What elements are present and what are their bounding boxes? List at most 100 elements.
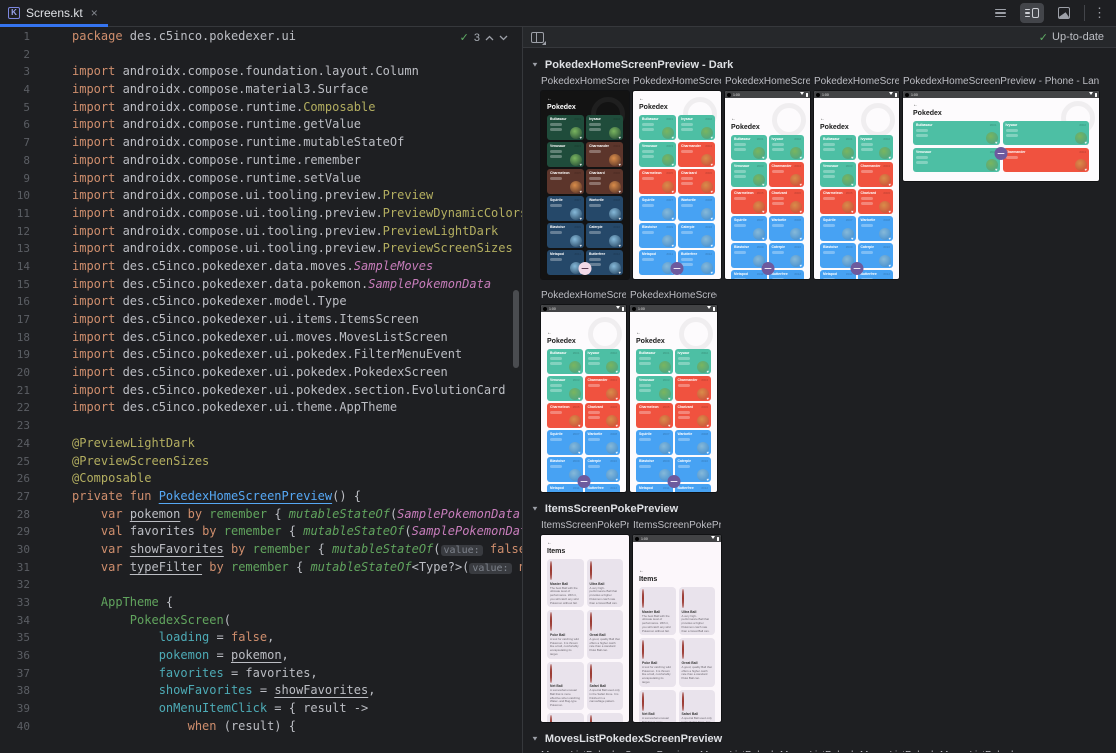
preview-thumbnail[interactable]: ←PokedexBulbasaur#001♥Ivysaur#002♥Venusa… (633, 91, 721, 279)
pokemon-card[interactable]: Charmeleon#005♥ (636, 403, 673, 428)
pokemon-card[interactable]: Bulbasaur#001♥ (636, 349, 673, 374)
item-card[interactable]: Poke BallA tool for catching wild Pokémo… (547, 610, 584, 658)
pokemon-card[interactable]: Venusaur#003♥ (639, 142, 676, 167)
pokemon-card[interactable]: Venusaur#003♥ (820, 162, 856, 187)
preview-thumbnail[interactable]: 1:00←PokedexBulbasaur#001♥Ivysaur#002♥Ve… (903, 91, 1099, 181)
back-arrow-icon[interactable]: ← (547, 330, 620, 336)
pokemon-card[interactable]: Charmeleon#005♥ (547, 169, 584, 194)
pokemon-card[interactable]: Squirtle#007♥ (547, 196, 584, 221)
pokemon-card[interactable]: Charmeleon#005♥ (639, 169, 676, 194)
pokemon-card[interactable]: Butterfree#012♥ (858, 270, 894, 279)
pokemon-card[interactable]: Charmeleon#005♥ (820, 189, 856, 214)
tab-screens-kt[interactable]: K Screens.kt × (0, 0, 108, 26)
preview-thumbnail[interactable]: ←ItemsMaster BallThe best Ball with the … (541, 535, 629, 722)
pokemon-card[interactable]: Ivysaur#002♥ (585, 349, 621, 374)
preview-thumbnail[interactable]: 1:00←PokedexBulbasaur#001♥Ivysaur#002♥Ve… (814, 91, 899, 279)
chevron-down-icon[interactable]: ▼ (531, 505, 539, 512)
pokemon-card[interactable]: Squirtle#007♥ (820, 216, 856, 241)
code-view-button[interactable] (988, 3, 1012, 23)
pokeball-menu-fab[interactable] (667, 475, 680, 488)
pokemon-card[interactable]: Caterpie#010♥ (678, 223, 715, 248)
pokemon-card[interactable]: Venusaur#003♥ (913, 148, 1000, 172)
pokemon-card[interactable]: Butterfree#012♥ (586, 250, 623, 275)
pokemon-card[interactable]: Squirtle#007♥ (639, 196, 676, 221)
preview-content[interactable]: ▼PokedexHomeScreenPreview - DarkPokedexH… (523, 48, 1116, 752)
back-arrow-icon[interactable]: ← (636, 330, 711, 336)
pokemon-card[interactable]: Butterfree#012♥ (585, 484, 621, 492)
pokeball-menu-fab[interactable] (579, 262, 592, 275)
pokeball-menu-fab[interactable] (850, 262, 863, 275)
gallery-view-icon[interactable] (531, 32, 544, 43)
pokemon-card[interactable]: Wartortle#008♥ (769, 216, 805, 241)
pokemon-card[interactable]: Charmander#004♥ (586, 142, 623, 167)
pokeball-menu-fab[interactable] (995, 147, 1008, 160)
prev-problem-icon[interactable] (485, 35, 494, 41)
pokemon-card[interactable]: Wartortle#008♥ (586, 196, 623, 221)
pokemon-card[interactable]: Charizard#006♥ (586, 169, 623, 194)
pokemon-card[interactable]: Charizard#006♥ (585, 403, 621, 428)
back-arrow-icon[interactable]: ← (731, 116, 804, 122)
editor-scrollbar[interactable] (513, 290, 519, 368)
pokemon-card[interactable]: Venusaur#003♥ (636, 376, 673, 401)
pokemon-card[interactable]: Caterpie#010♥ (586, 223, 623, 248)
chevron-down-icon[interactable]: ▼ (531, 61, 539, 68)
pokemon-card[interactable]: Ivysaur#002♥ (675, 349, 712, 374)
pokemon-card[interactable]: Bulbasaur#001♥ (820, 135, 856, 160)
back-arrow-icon[interactable]: ← (547, 96, 623, 102)
back-arrow-icon[interactable]: ← (639, 96, 715, 102)
item-card[interactable]: Great BallA good, quality Ball that offe… (679, 638, 716, 686)
pokemon-card[interactable]: Charmander#004♥ (678, 142, 715, 167)
more-options-icon[interactable]: ⋮ (1093, 8, 1106, 18)
pokemon-card[interactable]: Charizard#006♥ (769, 189, 805, 214)
pokemon-card[interactable]: Venusaur#003♥ (731, 162, 767, 187)
pokemon-card[interactable]: Charizard#006♥ (858, 189, 894, 214)
item-card[interactable]: Nest BallA somewhat different Ball that … (547, 713, 584, 722)
pokemon-card[interactable]: Charmander#004♥ (1003, 148, 1090, 172)
design-view-button[interactable] (1052, 3, 1076, 23)
item-card[interactable]: Dive BallA somewhat different Ball that … (587, 713, 624, 722)
item-card[interactable]: Net BallA somewhat unusual Ball that is … (547, 662, 584, 710)
inspections-widget[interactable]: ✓ 3 (460, 31, 508, 44)
pokemon-card[interactable]: Caterpie#010♥ (769, 243, 805, 268)
preview-thumbnail[interactable]: ←PokedexBulbasaur#001♥Ivysaur#002♥Venusa… (541, 91, 629, 279)
preview-thumbnail[interactable]: 1:00←ItemsMaster BallThe best Ball with … (633, 535, 721, 722)
pokemon-card[interactable]: Charmander#004♥ (769, 162, 805, 187)
pokemon-card[interactable]: Wartortle#008♥ (585, 430, 621, 455)
back-arrow-icon[interactable]: ← (639, 568, 715, 574)
pokemon-card[interactable]: Bulbasaur#001♥ (639, 115, 676, 140)
pokemon-card[interactable]: Ivysaur#002♥ (586, 115, 623, 140)
back-arrow-icon[interactable]: ← (820, 116, 893, 122)
pokemon-card[interactable]: Ivysaur#002♥ (1003, 121, 1090, 145)
pokemon-card[interactable]: Squirtle#007♥ (731, 216, 767, 241)
pokemon-card[interactable]: Butterfree#012♥ (675, 484, 712, 492)
back-arrow-icon[interactable]: ← (913, 102, 1089, 108)
next-problem-icon[interactable] (499, 35, 508, 41)
split-view-button[interactable] (1020, 3, 1044, 23)
pokemon-card[interactable]: Charmeleon#005♥ (547, 403, 583, 428)
preview-thumbnail[interactable]: 1:00←PokedexBulbasaur#001♥Ivysaur#002♥Ve… (630, 305, 717, 492)
pokemon-card[interactable]: Ivysaur#002♥ (858, 135, 894, 160)
code-editor[interactable]: 1package des.c5inco.pokedexer.ui23import… (0, 28, 522, 753)
pokemon-card[interactable]: Squirtle#007♥ (636, 430, 673, 455)
pokemon-card[interactable]: Wartortle#008♥ (678, 196, 715, 221)
pokeball-menu-fab[interactable] (577, 475, 590, 488)
pokemon-card[interactable]: Caterpie#010♥ (858, 243, 894, 268)
pokemon-card[interactable]: Wartortle#008♥ (675, 430, 712, 455)
preview-thumbnail[interactable]: 1:00←PokedexBulbasaur#001♥Ivysaur#002♥Ve… (725, 91, 810, 279)
pokemon-card[interactable]: Charizard#006♥ (678, 169, 715, 194)
pokemon-card[interactable]: Venusaur#003♥ (547, 142, 584, 167)
back-arrow-icon[interactable]: ← (547, 540, 623, 546)
item-card[interactable]: Ultra BallA very high-performance Ball t… (587, 559, 624, 607)
pokemon-card[interactable]: Caterpie#010♥ (585, 457, 621, 482)
item-card[interactable]: Poke BallA tool for catching wild Pokémo… (639, 638, 676, 686)
pokemon-card[interactable]: Ivysaur#002♥ (769, 135, 805, 160)
pokemon-card[interactable]: Bulbasaur#001♥ (731, 135, 767, 160)
item-card[interactable]: Safari BallA special Ball used only in t… (679, 690, 716, 722)
pokeball-menu-fab[interactable] (761, 262, 774, 275)
pokemon-card[interactable]: Charmander#004♥ (858, 162, 894, 187)
pokemon-card[interactable]: Wartortle#008♥ (858, 216, 894, 241)
item-card[interactable]: Net BallA somewhat unusual Ball that is … (639, 690, 676, 722)
item-card[interactable]: Master BallThe best Ball with the ultima… (547, 559, 584, 607)
pokemon-card[interactable]: Ivysaur#002♥ (678, 115, 715, 140)
item-card[interactable]: Ultra BallA very high-performance Ball t… (679, 587, 716, 635)
